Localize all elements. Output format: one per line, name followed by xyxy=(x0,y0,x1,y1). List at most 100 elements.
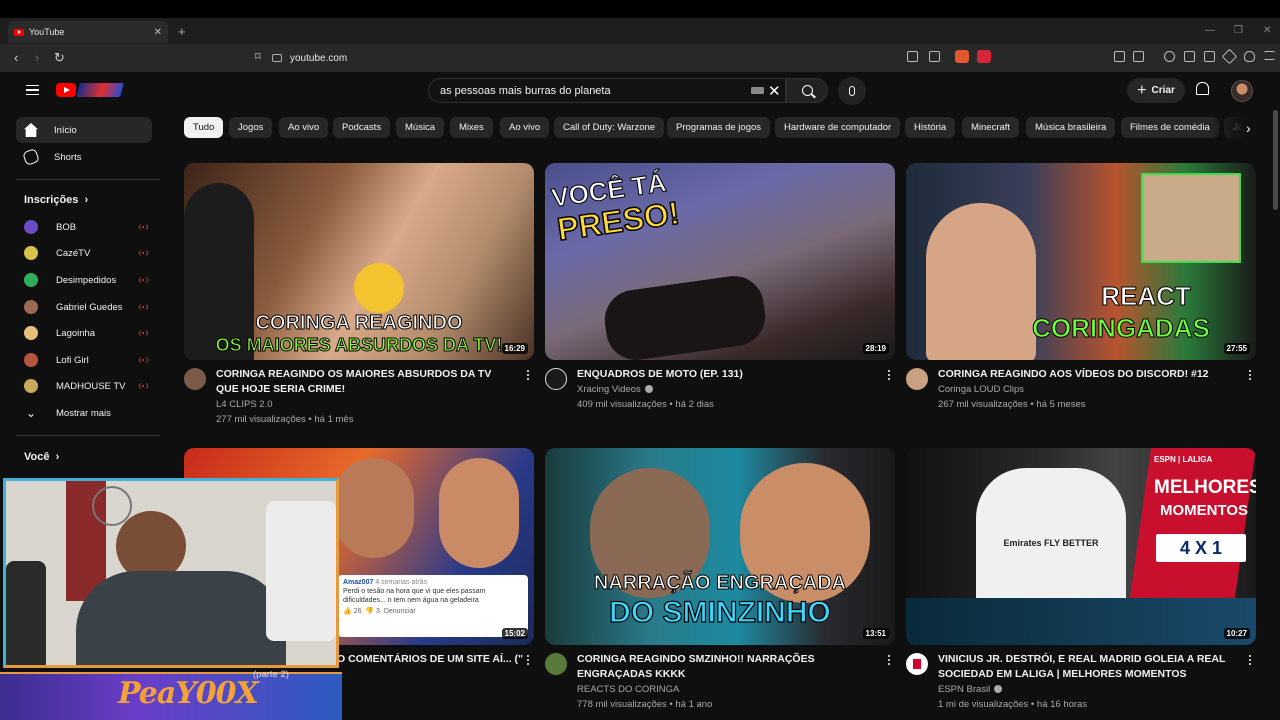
chip-filter[interactable]: Mixes xyxy=(450,117,493,138)
channel-avatar xyxy=(24,300,38,314)
tab-close-icon[interactable]: ✕ xyxy=(154,27,162,38)
reload-icon[interactable]: ↻ xyxy=(54,50,65,66)
channel-name-row[interactable]: ESPN Brasil xyxy=(938,682,1003,697)
browser-tab[interactable]: YouTube ✕ xyxy=(8,21,168,43)
show-more-button[interactable]: ⌄ Mostrar mais xyxy=(24,403,148,423)
video-title[interactable]: O COMENTÁRIOS DE UM SITE AÍ... (" xyxy=(337,652,527,667)
sidebar-item-subscription[interactable]: Lagoinha xyxy=(24,323,148,343)
chip-filter[interactable]: Podcasts xyxy=(333,117,391,138)
account-avatar[interactable] xyxy=(1231,80,1253,102)
url-field[interactable]: youtube.com xyxy=(272,48,852,68)
comment-author: Amaz007 xyxy=(343,579,374,586)
channel-avatar[interactable] xyxy=(906,653,928,675)
reading-list-icon[interactable] xyxy=(1184,51,1195,62)
you-heading[interactable]: Você › xyxy=(24,451,59,463)
extensions-icon[interactable] xyxy=(1114,51,1125,62)
video-title[interactable]: CORINGA REAGINDO AOS VÍDEOS DO DISCORD! … xyxy=(938,367,1228,382)
wallet-icon[interactable] xyxy=(1204,51,1215,62)
channel-name: MADHOUSE TV xyxy=(56,380,126,392)
video-title[interactable]: CORINGA REAGINDO OS MAIORES ABSURDOS DA … xyxy=(216,367,506,397)
cast-icon[interactable] xyxy=(907,51,918,62)
download-icon[interactable] xyxy=(1164,51,1175,62)
restore-button[interactable]: ❐ xyxy=(1234,25,1243,36)
video-title[interactable]: CORINGA REAGINDO SMZINHO!! NARRAÇÕES ENG… xyxy=(577,652,867,682)
video-duration: 16:29 xyxy=(501,343,528,354)
vpn-icon[interactable] xyxy=(1244,51,1255,62)
thumbnail-text: REACT xyxy=(1101,281,1192,311)
video-stats: 267 mil visualizações • há 5 meses xyxy=(938,399,1086,410)
thumbnail-person xyxy=(184,183,254,360)
sidebar-item-subscription[interactable]: Lofi Girl xyxy=(24,350,148,370)
chip-filter[interactable]: Música brasileira xyxy=(1026,117,1116,138)
youtube-doodle-logo[interactable] xyxy=(76,83,124,97)
view-count: 267 mil visualizações xyxy=(938,399,1028,410)
video-thumbnail[interactable]: CORINGA REAGINDO OS MAIORES ABSURDOS DA … xyxy=(184,163,534,360)
share-icon[interactable] xyxy=(929,51,940,62)
channel-avatar[interactable] xyxy=(545,368,567,390)
show-more-label: Mostrar mais xyxy=(56,407,111,419)
chip-filter[interactable]: Tudo xyxy=(184,117,224,138)
bookmark-icon[interactable]: ⌑ xyxy=(255,50,261,63)
chip-filter[interactable]: Hardware de computador xyxy=(775,117,901,138)
back-arrow-icon[interactable]: ‹ xyxy=(14,50,18,65)
more-options-icon[interactable] xyxy=(888,370,891,381)
create-button[interactable]: + Criar xyxy=(1127,78,1185,103)
sidebar-item-subscription[interactable]: BOB xyxy=(24,217,148,237)
chip-filter[interactable]: História xyxy=(905,117,956,138)
minimize-button[interactable]: — xyxy=(1205,25,1215,36)
voice-search-button[interactable] xyxy=(838,77,866,105)
chip-filter[interactable]: Programas de jogos xyxy=(667,117,771,138)
notifications-bell-icon[interactable] xyxy=(1196,82,1209,95)
sidebar-toggle-icon[interactable] xyxy=(1133,51,1144,62)
channel-avatar[interactable] xyxy=(184,368,206,390)
channel-avatar[interactable] xyxy=(906,368,928,390)
keyboard-icon[interactable] xyxy=(751,87,764,94)
channel-name[interactable]: REACTS DO CORINGA xyxy=(577,682,679,697)
youtube-favicon-icon xyxy=(14,28,24,36)
more-options-icon[interactable] xyxy=(1249,655,1252,666)
chip-filter[interactable]: Jogos xyxy=(229,117,273,138)
chip-filter[interactable]: Minecraft xyxy=(962,117,1020,138)
hamburger-menu-icon[interactable] xyxy=(26,85,39,95)
sidebar-item-subscription[interactable]: CazéTV xyxy=(24,243,148,263)
new-tab-button[interactable]: + xyxy=(178,24,186,39)
page-scrollbar[interactable] xyxy=(1273,110,1278,210)
more-options-icon[interactable] xyxy=(1249,370,1252,381)
sidebar-item-shorts[interactable]: Shorts xyxy=(16,144,152,170)
site-settings-icon[interactable] xyxy=(272,54,282,62)
search-button[interactable] xyxy=(786,78,828,103)
youtube-logo-icon[interactable] xyxy=(56,83,76,97)
chip-filter[interactable]: Call of Duty: Warzone xyxy=(554,117,665,138)
chip-filter[interactable]: Ao vivo xyxy=(500,117,550,138)
video-thumbnail[interactable]: NARRAÇÃO ENGRAÇADA DO SMINZINHO 13:51 xyxy=(545,448,895,645)
channel-name[interactable]: Coringa LOUD Clips xyxy=(938,382,1024,397)
sidebar-item-subscription[interactable]: Gabriel Guedes xyxy=(24,297,148,317)
chip-filter[interactable]: Ao vivo xyxy=(279,117,329,138)
window-close-button[interactable]: ✕ xyxy=(1263,25,1271,36)
video-thumbnail[interactable]: REACT CORINGADAS 27:55 xyxy=(906,163,1256,360)
channel-name-row[interactable]: Xracing Videos xyxy=(577,382,653,397)
chip-filter[interactable]: Filmes de comédia xyxy=(1121,117,1219,138)
video-thumbnail[interactable]: VOCÊ TÁ PRESO! 28:19 xyxy=(545,163,895,360)
forward-arrow-icon[interactable]: › xyxy=(35,50,39,65)
channel-name[interactable]: L4 CLIPS 2.0 xyxy=(216,397,273,412)
channel-avatar[interactable] xyxy=(545,653,567,675)
more-options-icon[interactable] xyxy=(527,370,530,381)
browser-menu-icon[interactable] xyxy=(1264,51,1275,60)
chevron-right-icon[interactable]: › xyxy=(1246,120,1251,136)
search-input[interactable]: as pessoas mais burras do planeta xyxy=(428,78,786,103)
chip-filter[interactable]: Música xyxy=(396,117,445,138)
video-thumbnail[interactable]: Emirates FLY BETTER ESPN | LALIGA MELHOR… xyxy=(906,448,1256,645)
rewards-icon[interactable] xyxy=(977,50,991,63)
more-options-icon[interactable] xyxy=(527,655,530,666)
sidebar-item-subscription[interactable]: Desimpedidos xyxy=(24,270,148,290)
more-options-icon[interactable] xyxy=(888,655,891,666)
brave-shield-icon[interactable] xyxy=(955,50,969,63)
sidebar-item-home[interactable]: Início xyxy=(16,117,152,143)
clear-search-icon[interactable]: ✕ xyxy=(768,82,781,100)
video-title[interactable]: ENQUADROS DE MOTO (EP. 131) xyxy=(577,367,867,382)
subscriptions-heading[interactable]: Inscrições › xyxy=(24,194,88,206)
video-title[interactable]: VINICIUS JR. DESTRÓI, E REAL MADRID GOLE… xyxy=(938,652,1228,682)
chevron-down-icon: ⌄ xyxy=(25,406,37,420)
sidebar-item-subscription[interactable]: MADHOUSE TV xyxy=(24,376,148,396)
